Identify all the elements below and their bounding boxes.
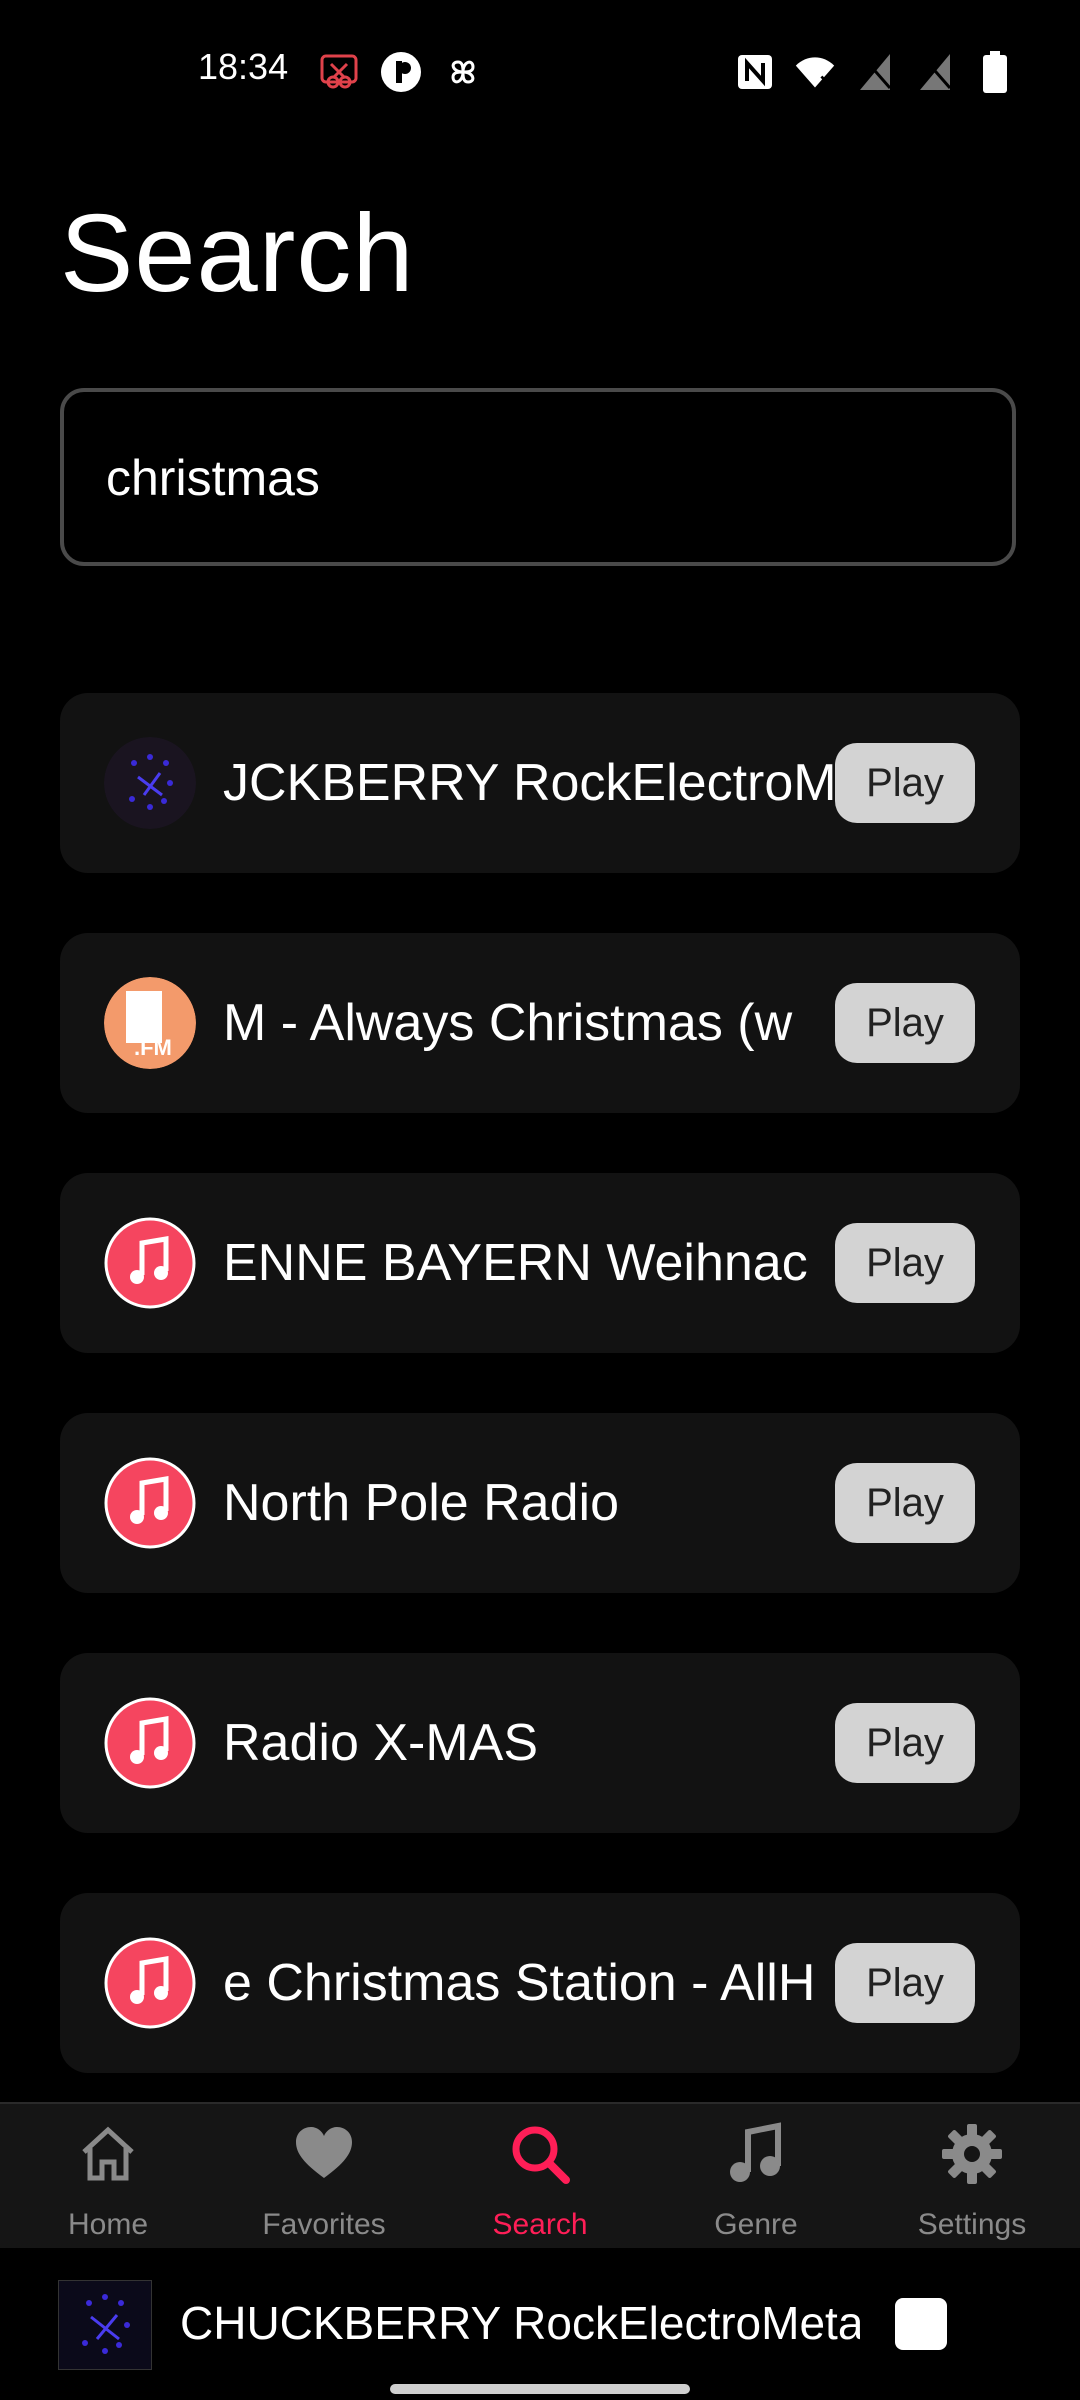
- result-name: JCKBERRY RockElectroM: [223, 754, 837, 812]
- play-button[interactable]: Play: [835, 1223, 975, 1303]
- search-icon: [512, 2126, 570, 2184]
- status-icons-right: [734, 50, 1016, 94]
- nav-label: Favorites: [262, 2208, 386, 2241]
- music-note-icon: [104, 1697, 196, 1789]
- result-card[interactable]: North Pole Radio Play: [60, 1413, 1020, 1593]
- screenshot-icon: [318, 51, 360, 93]
- nfc-icon: [734, 51, 776, 93]
- nav-label: Genre: [714, 2208, 798, 2241]
- now-playing-artwork: [58, 2280, 152, 2370]
- play-button[interactable]: Play: [835, 743, 975, 823]
- pinwheel-icon: [442, 51, 484, 93]
- search-box[interactable]: [60, 388, 1016, 566]
- wifi-icon: [794, 51, 836, 93]
- result-card[interactable]: e Christmas Station - AllH Play: [60, 1893, 1020, 2073]
- nav-item-favorites[interactable]: Favorites: [216, 2104, 432, 2250]
- music-note-icon: [730, 2122, 781, 2182]
- result-name: M - Always Christmas (w: [223, 994, 793, 1052]
- battery-icon: [974, 51, 1016, 93]
- search-input[interactable]: [104, 392, 968, 564]
- 1fm-logo: .FM: [104, 977, 196, 1069]
- mini-player[interactable]: CHUCKBERRY RockElectroMeta: [0, 2248, 1080, 2400]
- nav-label: Search: [492, 2208, 588, 2241]
- result-card[interactable]: JCKBERRY RockElectroM Play: [60, 693, 1020, 873]
- play-button[interactable]: Play: [835, 1463, 975, 1543]
- home-indicator[interactable]: [390, 2384, 690, 2394]
- bottom-nav: Home Favorites Search Genre Settings: [0, 2102, 1080, 2250]
- nav-label: Settings: [917, 2208, 1027, 2241]
- chuckberry-logo: [104, 737, 196, 829]
- status-icons-left: [318, 50, 484, 94]
- result-name: e Christmas Station - AllH: [223, 1954, 816, 2012]
- result-card[interactable]: ENNE BAYERN Weihnac Play: [60, 1173, 1020, 1353]
- nav-item-home[interactable]: Home: [0, 2104, 216, 2250]
- result-name: Radio X-MAS: [223, 1714, 538, 1772]
- app-icon: [380, 51, 422, 93]
- music-note-icon: [104, 1457, 196, 1549]
- svg-text:.FM: .FM: [134, 1035, 172, 1060]
- home-icon: [82, 2126, 134, 2181]
- now-playing-title: CHUCKBERRY RockElectroMeta: [180, 2297, 860, 2349]
- play-button[interactable]: Play: [835, 1703, 975, 1783]
- music-note-icon: [104, 1217, 196, 1309]
- nav-item-search[interactable]: Search: [432, 2104, 648, 2250]
- result-card[interactable]: Radio X-MAS Play: [60, 1653, 1020, 1833]
- nav-item-genre[interactable]: Genre: [648, 2104, 864, 2250]
- no-sim-icon: [854, 51, 896, 93]
- status-bar: 18:34: [0, 0, 1080, 140]
- no-sim-icon: [914, 51, 956, 93]
- page-title: Search: [60, 192, 415, 315]
- result-name: ENNE BAYERN Weihnac: [223, 1234, 808, 1292]
- play-button[interactable]: Play: [835, 1943, 975, 2023]
- result-name: North Pole Radio: [223, 1474, 619, 1532]
- nav-label: Home: [67, 2208, 149, 2241]
- gear-icon: [942, 2124, 1002, 2184]
- result-card[interactable]: .FM M - Always Christmas (w Play: [60, 933, 1020, 1113]
- nav-item-settings[interactable]: Settings: [864, 2104, 1080, 2250]
- status-time: 18:34: [198, 46, 289, 87]
- heart-icon: [296, 2127, 352, 2178]
- play-button[interactable]: Play: [835, 983, 975, 1063]
- stop-button[interactable]: [895, 2298, 947, 2350]
- music-note-icon: [104, 1937, 196, 2029]
